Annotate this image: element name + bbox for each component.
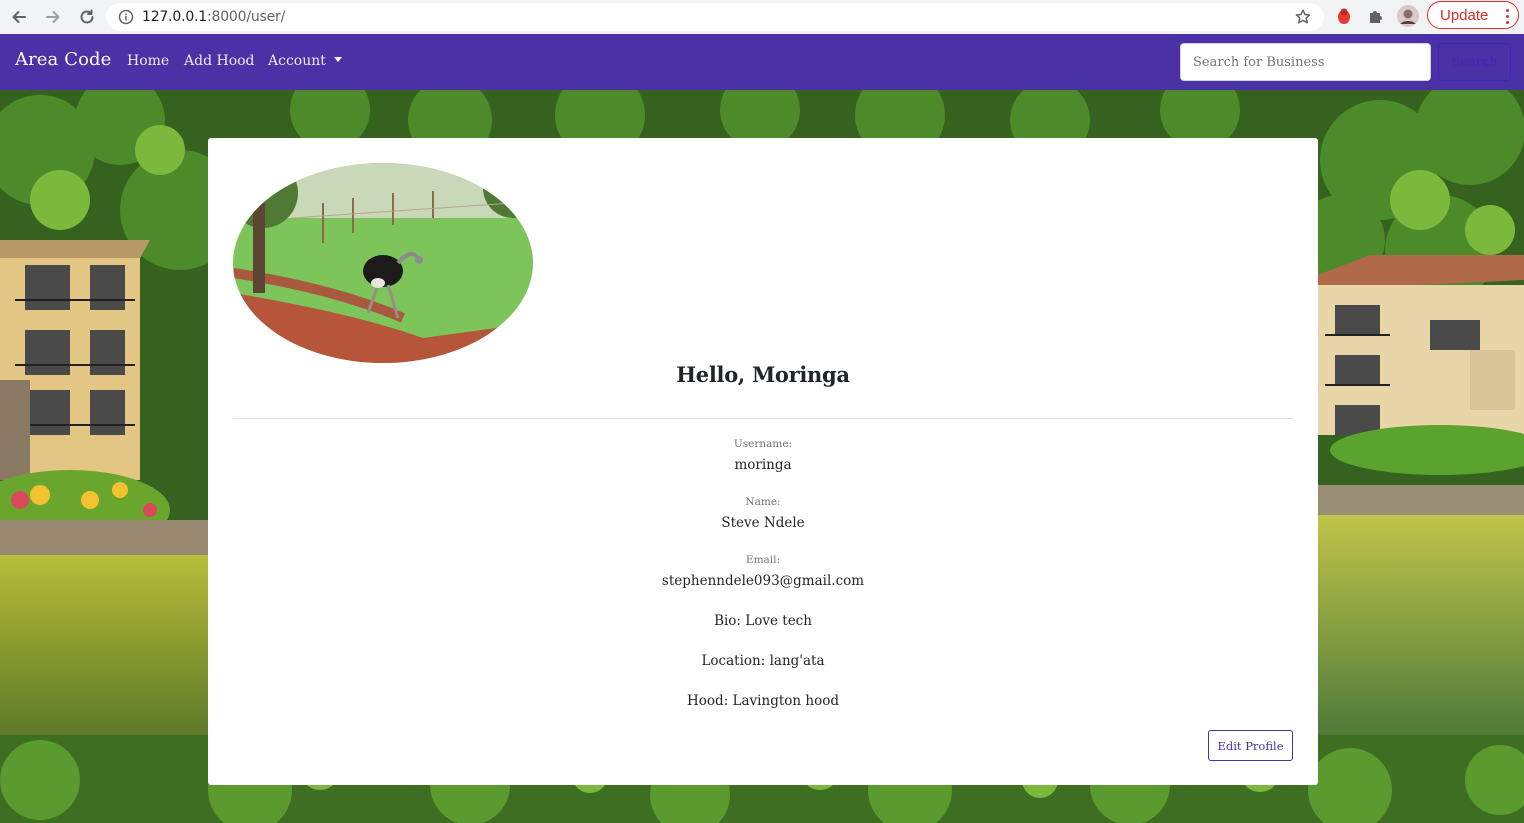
- reload-button[interactable]: [72, 2, 102, 32]
- browser-toolbar: 127.0.0.1:8000/user/ Update: [0, 0, 1524, 34]
- arrow-left-icon: [12, 11, 26, 23]
- forward-button[interactable]: [38, 2, 68, 32]
- nav-link-add-hood[interactable]: Add Hood: [184, 53, 255, 69]
- nav-link-account-label: Account: [268, 53, 326, 69]
- name-value: Steve Ndele: [721, 515, 805, 531]
- extension-icon[interactable]: [1333, 5, 1355, 27]
- bio-text: Bio: Love tech: [714, 613, 812, 629]
- business-search-input[interactable]: [1180, 43, 1431, 81]
- username-value: moringa: [734, 457, 792, 473]
- red-extension-icon: [1338, 8, 1350, 24]
- kebab-menu-icon: [1506, 7, 1509, 25]
- profile-avatar[interactable]: [1397, 5, 1419, 27]
- email-value: stephenndele093@gmail.com: [661, 573, 865, 589]
- avatar-icon: [1397, 5, 1419, 27]
- profile-photo: [233, 163, 533, 363]
- nav-dropdown-account[interactable]: Account: [268, 53, 342, 69]
- location-text: Location: lang'ata: [701, 653, 825, 669]
- arrow-right-icon: [46, 11, 60, 23]
- extensions-button[interactable]: [1365, 5, 1387, 27]
- address-bar[interactable]: 127.0.0.1:8000/user/: [106, 3, 1324, 31]
- reload-icon: [80, 9, 94, 24]
- puzzle-icon: [1370, 11, 1382, 23]
- ostrich-photo: [233, 163, 533, 363]
- search-button[interactable]: Search: [1438, 43, 1511, 81]
- nav-link-home[interactable]: Home: [127, 53, 169, 69]
- update-button[interactable]: Update: [1427, 1, 1519, 29]
- bookmark-star-icon[interactable]: [1294, 8, 1312, 26]
- info-icon: [118, 9, 134, 25]
- update-label: Update: [1440, 6, 1489, 24]
- profile-card: Hello, Moringa Username: moringa Name: S…: [208, 138, 1318, 785]
- back-button[interactable]: [4, 2, 34, 32]
- edit-profile-button[interactable]: Edit Profile: [1208, 730, 1293, 761]
- url-path: :8000/user/: [207, 9, 286, 25]
- navbar-brand[interactable]: Area Code: [15, 49, 111, 70]
- caret-down-icon: [333, 57, 342, 62]
- site-navbar: Area Code Home Add Hood Account Search: [0, 34, 1524, 90]
- email-label: Email:: [745, 554, 781, 566]
- section-divider: [233, 418, 1293, 419]
- profile-greeting: Hello, Moringa: [676, 362, 850, 387]
- username-label: Username:: [733, 438, 793, 450]
- url-text: 127.0.0.1:8000/user/: [142, 9, 285, 25]
- url-host: 127.0.0.1: [142, 9, 207, 25]
- hood-text: Hood: Lavington hood: [687, 693, 839, 709]
- name-label: Name:: [745, 496, 781, 508]
